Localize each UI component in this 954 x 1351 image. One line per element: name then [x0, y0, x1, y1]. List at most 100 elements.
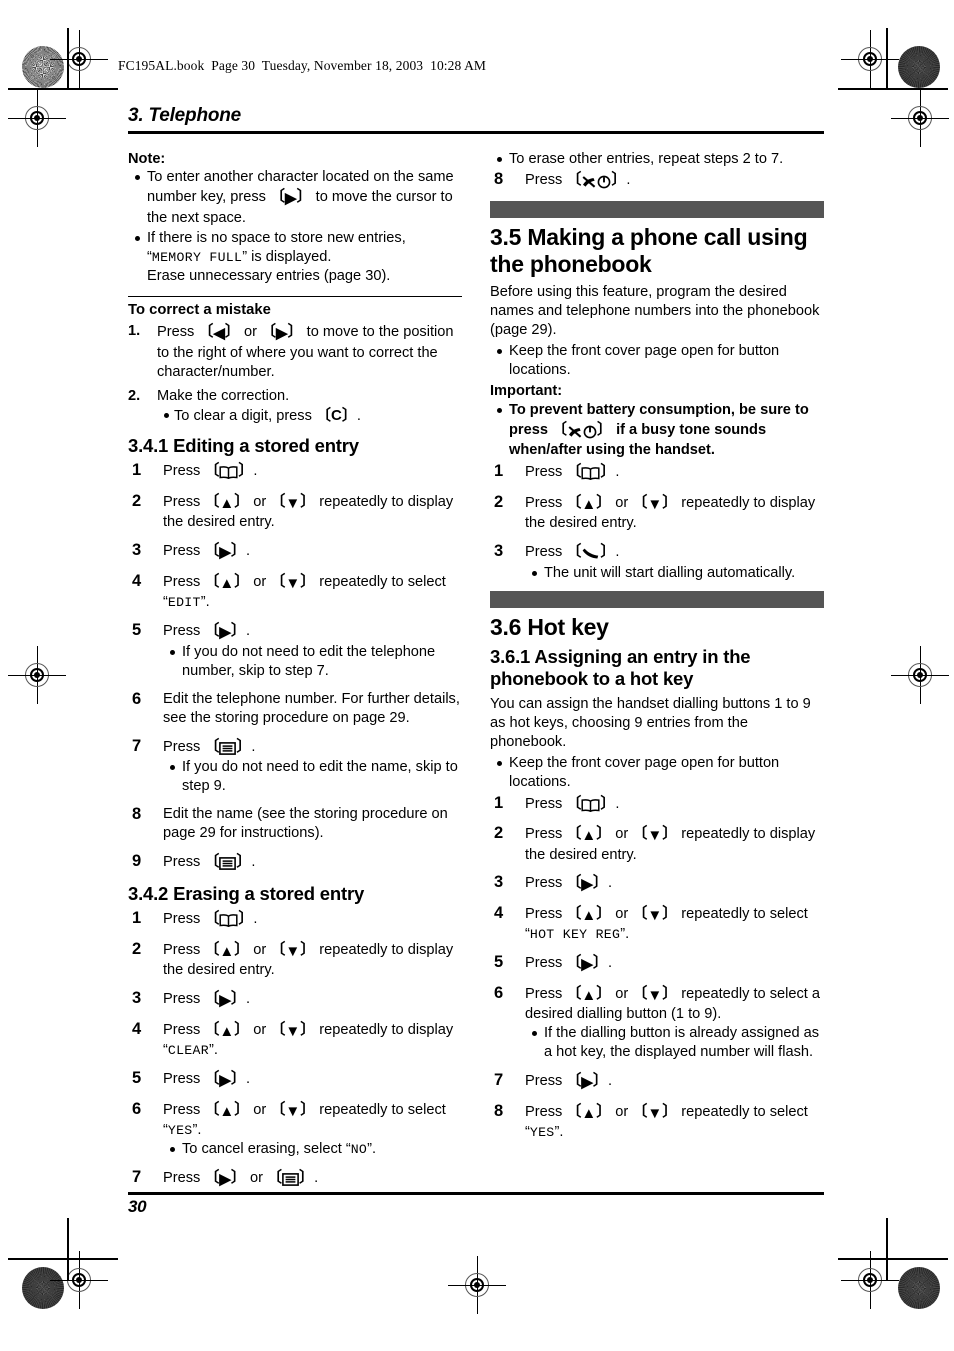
- section-3-4-2-steps: Press 〔〕. Press 〔▲〕 or 〔▼〕 repeatedly to…: [128, 908, 462, 1190]
- s342-6-sub-pre: To cancel erasing, select “: [182, 1141, 351, 1158]
- list-item: To erase other entries, repeat steps 2 t…: [490, 150, 824, 169]
- talk-key: 〔〕: [566, 543, 615, 560]
- s342-2-pre: Press: [163, 941, 205, 958]
- cm-2-text: Make the correction.: [157, 387, 290, 404]
- section-3-4-1-steps: Press 〔〕. Press 〔▲〕 or 〔▼〕 repeatedly to…: [128, 460, 462, 873]
- s36-8-tail: ”.: [554, 1124, 564, 1141]
- down-arrow-key: 〔▼〕: [632, 984, 678, 1004]
- s341-3-pre: Press: [163, 543, 205, 560]
- registration-mark-top-right: [841, 30, 899, 88]
- s342-4-mid: or: [249, 1021, 271, 1038]
- section-3-5-steps: Press 〔〕. Press 〔▲〕 or 〔▼〕 repeatedly to…: [490, 461, 824, 582]
- down-arrow-icon: ▼: [285, 942, 301, 960]
- s36-1-post: .: [615, 795, 620, 812]
- phonebook-book-icon: [581, 464, 600, 484]
- s36-6-sub-list: If the dialling button is already assign…: [525, 1024, 824, 1062]
- s341-5-pre: Press: [163, 623, 205, 640]
- right-arrow-icon: ▶: [581, 876, 593, 894]
- down-arrow-key: 〔▼〕: [270, 492, 316, 512]
- up-arrow-key: 〔▲〕: [566, 1102, 612, 1122]
- down-arrow-icon: ▼: [647, 827, 663, 844]
- crop-line-bottom-left-vertical: [67, 1218, 69, 1280]
- registration-mark-bottom-center: [448, 1256, 506, 1314]
- s341-3-post: .: [245, 543, 250, 560]
- section-3-5-intro: Before using this feature, program the d…: [490, 283, 820, 338]
- crop-line-bottom-left-horizontal: [8, 1258, 118, 1260]
- s341-5-sub-list: If you do not need to edit the telephone…: [163, 643, 462, 681]
- s35-2-pre: Press: [525, 494, 567, 511]
- crop-line-bottom-right-horizontal: [838, 1258, 948, 1260]
- display-text-memory-full: MEMORY FULL: [151, 249, 243, 265]
- list-item: Press 〔〕.: [128, 908, 462, 931]
- display-text-no: NO: [350, 1142, 368, 1158]
- down-arrow-key: 〔▼〕: [270, 1020, 316, 1040]
- down-arrow-key: 〔▼〕: [632, 904, 678, 924]
- up-arrow-key: 〔▲〕: [204, 572, 250, 592]
- right-arrow-key: 〔▶〕: [204, 1070, 246, 1090]
- s342-4-pre: Press: [163, 1021, 205, 1038]
- s341-2-pre: Press: [163, 493, 205, 510]
- list-item: Edit the telephone number. For further d…: [132, 689, 460, 726]
- cm-1-pre: Press: [157, 324, 199, 341]
- down-arrow-key: 〔▼〕: [632, 1102, 678, 1122]
- list-item: To enter another character located on th…: [128, 168, 462, 227]
- section-3-6-title: 3.6 Hot key: [490, 614, 609, 641]
- up-arrow-icon: ▲: [581, 495, 597, 513]
- correct-mistake-heading: To correct a mistake: [128, 302, 271, 319]
- list-item: Press 〔▲〕 or 〔▼〕 repeatedly to display “…: [128, 1019, 462, 1060]
- s36-1-pre: Press: [525, 795, 567, 812]
- divider-rule: [128, 295, 462, 298]
- chapter-title: 3. Telephone: [128, 105, 242, 126]
- section-bar-3-6: [490, 591, 824, 609]
- right-arrow-key: 〔▶〕: [204, 1169, 246, 1189]
- up-arrow-icon: ▲: [581, 986, 597, 1004]
- crop-line-top-right-vertical: [886, 28, 888, 90]
- file-header-line: FC195AL.book Page 30 Tuesday, November 1…: [118, 58, 487, 73]
- display-text-clear: CLEAR: [167, 1043, 209, 1059]
- note-bullet-list: To enter another character located on th…: [128, 168, 462, 285]
- right-arrow-key: 〔▶〕: [566, 874, 608, 894]
- list-item: Press 〔▲〕 or 〔▼〕 repeatedly to select a …: [490, 983, 824, 1062]
- list-item: Press 〔▶〕 or 〔〕.: [128, 1167, 462, 1190]
- s342-6-pre: Press: [163, 1101, 205, 1118]
- crop-line-bottom-right-vertical: [886, 1218, 888, 1280]
- registration-mark-mid-left: [8, 646, 66, 704]
- crop-line-top-right-horizontal: [838, 88, 948, 90]
- down-arrow-key: 〔▼〕: [632, 825, 678, 844]
- down-arrow-icon: ▼: [285, 1102, 301, 1120]
- s341-5-post: .: [245, 623, 250, 640]
- cm-2-sub-post: .: [356, 407, 361, 424]
- section-3-4-2-title: 3.4.2 Erasing a stored entry: [128, 882, 365, 904]
- list-item: Make the correction. To clear a digit, p…: [128, 387, 462, 426]
- s341-4-pre: Press: [163, 573, 205, 590]
- list-item: Press 〔▲〕 or 〔▼〕 repeatedly to select “Y…: [128, 1099, 462, 1159]
- menu-set-icon: [282, 1170, 299, 1190]
- s341-1-pre: Press: [163, 463, 205, 480]
- section-bar-3-5: [490, 200, 824, 218]
- note-heading: Note:: [128, 150, 166, 167]
- up-arrow-key: 〔▲〕: [204, 940, 250, 960]
- list-item: Press 〔▲〕 or 〔▼〕 repeatedly to display t…: [128, 939, 462, 980]
- s35-2-mid: or: [611, 494, 633, 511]
- clear-key: 〔C〕: [315, 406, 357, 424]
- section-3-6-1-intro: You can assign the handset dialling butt…: [490, 695, 811, 750]
- s341-7-post: .: [251, 738, 256, 755]
- phonebook-book-icon: [219, 911, 238, 931]
- phonebook-key: 〔〕: [204, 462, 253, 480]
- right-arrow-icon: ▶: [219, 1171, 231, 1189]
- s342-6-sub-list: To cancel erasing, select “NO”.: [163, 1140, 462, 1159]
- important-bullet-list: To prevent battery consumption, be sure …: [490, 401, 824, 460]
- list-item: Press 〔▲〕 or 〔▼〕 repeatedly to select “E…: [128, 571, 462, 612]
- list-item: Press 〔◀〕 or 〔▶〕 to move to the position…: [128, 322, 462, 381]
- list-item: To prevent battery consumption, be sure …: [490, 401, 824, 460]
- phone-off-power-key: 〔〕: [566, 171, 626, 189]
- up-arrow-key: 〔▲〕: [566, 904, 612, 924]
- down-arrow-icon: ▼: [647, 986, 663, 1004]
- s36-4-pre: Press: [525, 905, 567, 922]
- registration-mark-top-left-inner: [8, 89, 66, 147]
- footer-rule: [128, 1192, 824, 1195]
- up-arrow-icon: ▲: [581, 906, 597, 924]
- display-text-yes: YES: [167, 1123, 193, 1139]
- section-3-6-1-intro-bullets: Keep the front cover page open for butto…: [490, 754, 824, 792]
- s342-4-tail: ”.: [208, 1042, 218, 1059]
